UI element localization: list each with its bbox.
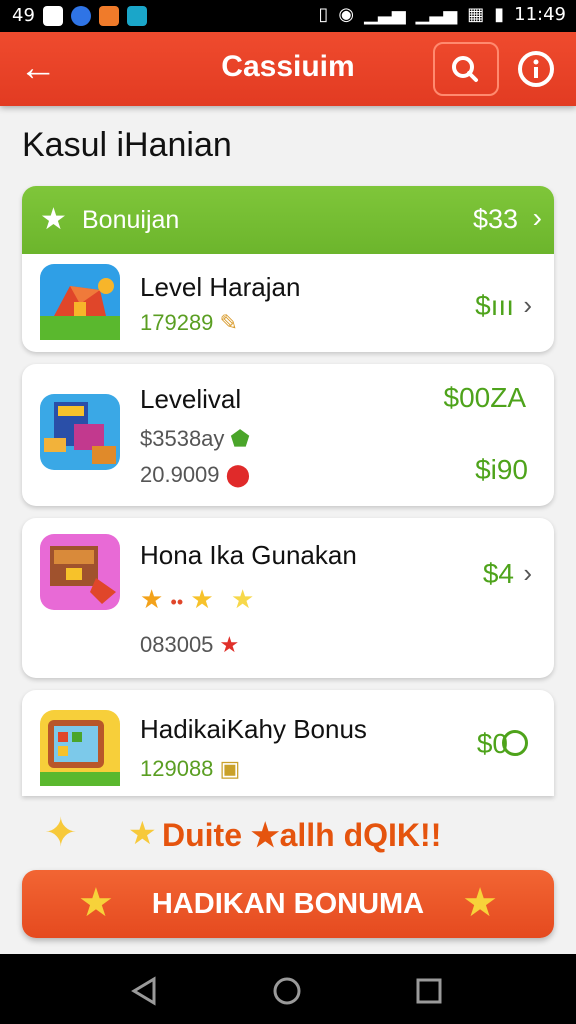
star-icon: ★ [40, 203, 67, 236]
item-price: $4 [482, 558, 514, 589]
item-subvalue: $3538ay ⬟ [140, 426, 250, 452]
item-title: Hona Ika Gunakan [140, 540, 357, 570]
system-nav-bar [0, 954, 576, 1024]
info-button[interactable] [516, 49, 556, 89]
home-circle-icon[interactable] [272, 976, 302, 1006]
item-subvalue: 129088 ▣ [140, 756, 240, 782]
gift-icon: ▣ [219, 756, 241, 781]
item-subvalue-text: 129088 [140, 756, 214, 781]
gallery-icon [42, 5, 63, 26]
chevron-right-icon: › [523, 290, 532, 320]
next-circle-icon [502, 730, 528, 756]
app-bar: ← Cassiuim [0, 32, 576, 106]
red-ball-icon: ⬤ [225, 462, 251, 487]
status-left-text: 49 [12, 5, 35, 26]
item-subvalue-2: 20.9009 ⬤ [140, 462, 250, 488]
item-icon-chest [40, 534, 120, 610]
item-title: Level Harajan [140, 272, 301, 302]
star-icon: ★ [128, 815, 157, 851]
red-star-icon: ★ [219, 632, 240, 657]
dots-icon: •• [170, 592, 184, 612]
signal-icon: ▁▃▅ [364, 4, 406, 25]
battery-icon: ▮ [494, 4, 505, 25]
star-icon: ★ [462, 881, 498, 925]
wifi-icon: ◉ [338, 4, 355, 25]
bonus-header[interactable]: ★ Bonuijan $33 › [22, 186, 554, 254]
promo-row: ✦ ★ Duite ★allh dQIK!! [0, 810, 576, 860]
search-button[interactable] [433, 42, 499, 96]
item-subvalue-2-text: 20.9009 [140, 462, 220, 487]
item-icon-shop [40, 394, 120, 470]
store-icon [98, 5, 119, 26]
bonus-card[interactable]: ★ Bonuijan $33 › Level Harajan 179289 ✎ … [22, 186, 554, 352]
green-gem-icon: ⬟ [230, 426, 250, 451]
app-icon [70, 5, 91, 26]
item-price: $i90 [475, 454, 528, 485]
pencil-icon: ✎ [219, 310, 238, 335]
item-icon-tent [40, 264, 120, 340]
sparkle-star-icon: ✦ [44, 811, 78, 855]
item-subvalue-text: $3538ay [140, 426, 225, 451]
item-price: $ııı [475, 290, 514, 321]
item-price-top: $00ZA [443, 382, 527, 413]
bonus-label: Bonuijan [82, 206, 180, 234]
item-icon-tablet [40, 710, 120, 786]
page-title: Kasul iHanian [22, 126, 232, 164]
search-icon [452, 56, 478, 82]
promo-text: Duite ★allh dQIK!! [162, 817, 442, 853]
star-rating: ★ •• ★ ★ [140, 584, 254, 615]
item-card[interactable]: HadikaiKahy Bonus 129088 ▣ $0 [22, 690, 554, 796]
chevron-right-icon: › [532, 202, 542, 233]
item-card[interactable]: Levelival $00ZA $3538ay ⬟ 20.9009 ⬤ $i90 [22, 364, 554, 506]
bonus-amount: $33 [472, 204, 518, 234]
signal2-icon: ▁▃▅ [415, 4, 458, 25]
item-title: HadikaiKahy Bonus [140, 714, 367, 744]
app2-icon [126, 5, 147, 26]
claim-bonus-button[interactable]: ★ HADIKAN BONUMA ★ [22, 870, 554, 938]
item-subvalue-text: 179289 [140, 310, 214, 335]
back-triangle-icon[interactable] [130, 976, 160, 1006]
status-time: 11:49 [514, 4, 566, 25]
status-bar: 49 ▯ ◉ ▁▃▅ ▁▃▅ ▦ ▮ 11:49 [0, 0, 576, 32]
item-subvalue-text: 083005 [140, 632, 214, 657]
item-card[interactable]: Hona Ika Gunakan $4 › ★ •• ★ ★ 083005 ★ [22, 518, 554, 678]
chevron-right-icon: › [523, 558, 532, 588]
star-icon: ★ [140, 584, 164, 614]
item-subvalue: 083005 ★ [140, 632, 239, 658]
star-icon: ★ [230, 584, 255, 614]
star-icon: ★ [190, 584, 214, 614]
recents-square-icon[interactable] [414, 976, 444, 1006]
info-icon [518, 51, 554, 87]
vibrate-icon: ▯ [318, 4, 329, 25]
item-subvalue: 179289 ✎ [140, 310, 238, 336]
photo-icon: ▦ [467, 4, 485, 25]
item-title: Levelival [140, 384, 242, 414]
